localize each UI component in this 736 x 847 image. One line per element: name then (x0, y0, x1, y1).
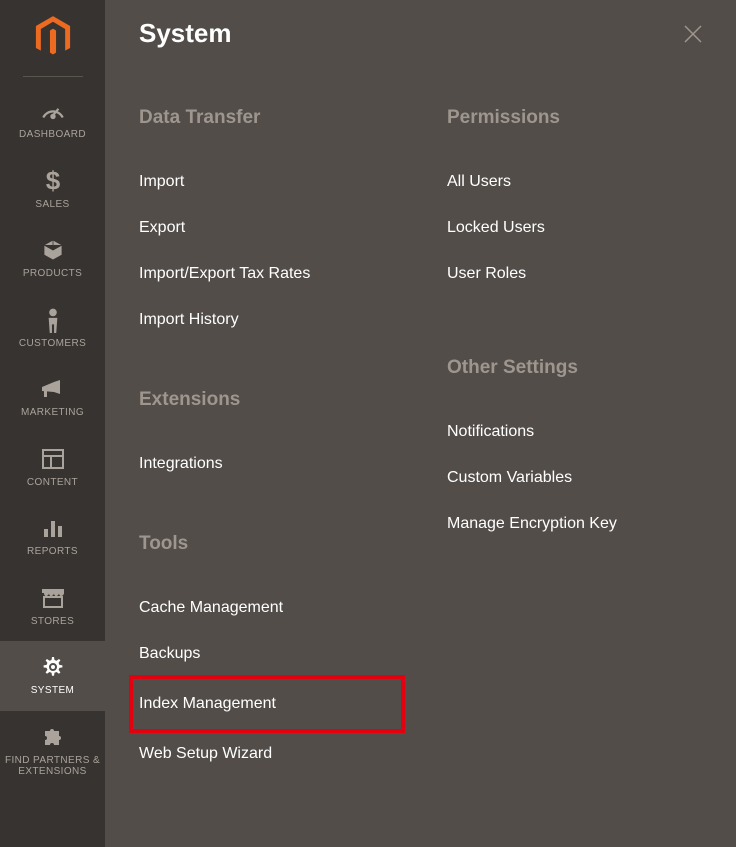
menu-locked-users[interactable]: Locked Users (447, 205, 708, 251)
section-permissions: Permissions All Users Locked Users User … (447, 107, 708, 297)
sidebar-item-label: MARKETING (21, 407, 84, 419)
close-icon (682, 23, 704, 45)
menu-import[interactable]: Import (139, 159, 411, 205)
sidebar-item-marketing[interactable]: MARKETING (0, 363, 105, 433)
gauge-icon (40, 97, 66, 125)
puzzle-icon (41, 723, 65, 751)
menu-index-management[interactable]: Index Management (131, 677, 403, 731)
storefront-icon (40, 584, 66, 612)
sidebar-item-content[interactable]: CONTENT (0, 433, 105, 503)
sidebar-item-label: SYSTEM (31, 685, 75, 697)
layout-icon (41, 445, 65, 473)
sidebar-item-label: STORES (31, 616, 74, 628)
menu-notifications[interactable]: Notifications (447, 409, 708, 455)
flyout-right-column: Permissions All Users Locked Users User … (447, 107, 708, 823)
menu-user-roles[interactable]: User Roles (447, 251, 708, 297)
svg-text:$: $ (45, 168, 60, 194)
main-sidebar: DASHBOARD $ SALES PRODUCTS CUSTOMERS (0, 0, 105, 847)
sidebar-item-label: REPORTS (27, 546, 78, 558)
sidebar-item-label: DASHBOARD (19, 129, 86, 141)
sidebar-item-stores[interactable]: STORES (0, 572, 105, 642)
sidebar-item-customers[interactable]: CUSTOMERS (0, 294, 105, 364)
sidebar-item-system[interactable]: SYSTEM (0, 641, 105, 711)
menu-backups[interactable]: Backups (139, 631, 411, 677)
magento-logo-icon (34, 16, 72, 58)
menu-integrations[interactable]: Integrations (139, 441, 411, 487)
menu-export[interactable]: Export (139, 205, 411, 251)
section-extensions: Extensions Integrations (139, 389, 411, 487)
sidebar-item-partners[interactable]: FIND PARTNERS & EXTENSIONS (0, 711, 105, 792)
sidebar-item-products[interactable]: PRODUCTS (0, 224, 105, 294)
box-icon (41, 236, 65, 264)
sidebar-item-label: SALES (35, 199, 69, 211)
sidebar-item-label: CONTENT (27, 477, 78, 489)
menu-import-history[interactable]: Import History (139, 297, 411, 343)
section-tools: Tools Cache Management Backups Index Man… (139, 533, 411, 777)
menu-custom-variables[interactable]: Custom Variables (447, 455, 708, 501)
menu-manage-encryption-key[interactable]: Manage Encryption Key (447, 501, 708, 547)
bar-chart-icon (42, 514, 64, 542)
menu-all-users[interactable]: All Users (447, 159, 708, 205)
dollar-icon: $ (45, 167, 61, 195)
section-data-transfer: Data Transfer Import Export Import/Expor… (139, 107, 411, 343)
magento-logo[interactable] (34, 0, 72, 76)
system-flyout: System Data Transfer Import Export Impor… (105, 0, 736, 847)
sidebar-item-label: FIND PARTNERS & EXTENSIONS (4, 755, 101, 778)
megaphone-icon (40, 375, 66, 403)
section-heading: Extensions (139, 389, 411, 411)
menu-tax-rates[interactable]: Import/Export Tax Rates (139, 251, 411, 297)
sidebar-item-reports[interactable]: REPORTS (0, 502, 105, 572)
sidebar-divider (23, 76, 83, 77)
person-icon (45, 306, 61, 334)
flyout-title: System (139, 18, 232, 49)
sidebar-item-label: CUSTOMERS (19, 338, 86, 350)
sidebar-item-label: PRODUCTS (23, 268, 82, 280)
menu-web-setup-wizard[interactable]: Web Setup Wizard (139, 731, 411, 777)
section-heading: Other Settings (447, 357, 708, 379)
flyout-left-column: Data Transfer Import Export Import/Expor… (139, 107, 411, 823)
section-other-settings: Other Settings Notifications Custom Vari… (447, 357, 708, 547)
close-button[interactable] (678, 19, 708, 49)
gear-icon (41, 653, 65, 681)
menu-cache-management[interactable]: Cache Management (139, 585, 411, 631)
section-heading: Tools (139, 533, 411, 555)
section-heading: Permissions (447, 107, 708, 129)
section-heading: Data Transfer (139, 107, 411, 129)
sidebar-item-dashboard[interactable]: DASHBOARD (0, 85, 105, 155)
sidebar-item-sales[interactable]: $ SALES (0, 155, 105, 225)
